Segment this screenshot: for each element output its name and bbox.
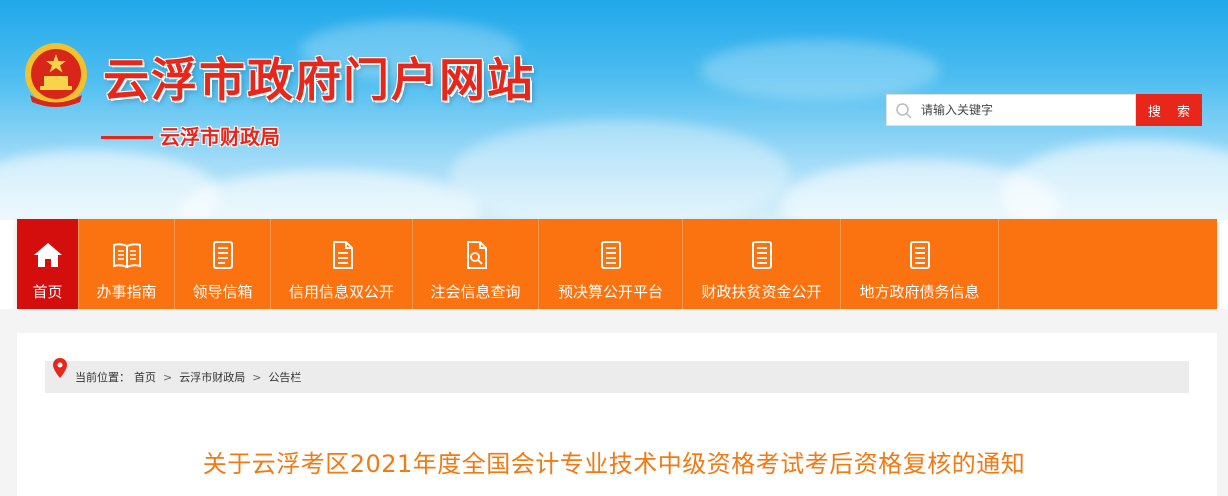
nav-item-label: 财政扶贫资金公开: [701, 283, 822, 301]
document-icon: [909, 241, 930, 269]
department-title[interactable]: 云浮市财政局: [160, 121, 280, 150]
document-icon: [212, 241, 233, 269]
breadcrumb-trail: 当前位置： 首页 > 云浮市财政局 > 公告栏: [75, 369, 301, 385]
nav-item-label: 首页: [32, 283, 63, 301]
nav-item-credit[interactable]: 信用信息双公开: [271, 219, 413, 309]
home-icon: [33, 243, 62, 267]
breadcrumb-prefix: 当前位置：: [75, 371, 130, 384]
nav-item-mailbox[interactable]: 领导信箱: [175, 219, 271, 309]
site-title[interactable]: 云浮市政府门户网站: [103, 44, 535, 110]
nav-item-cpa-query[interactable]: 注会信息查询: [413, 219, 539, 309]
document-icon: [600, 241, 621, 269]
national-emblem-icon: [25, 43, 87, 107]
document-icon: [466, 241, 487, 269]
breadcrumb-home-link[interactable]: 首页: [134, 369, 156, 385]
cloud-decoration: [180, 170, 480, 220]
location-pin-icon: [53, 358, 67, 378]
nav-item-label: 预决算公开平台: [557, 283, 663, 301]
search-button[interactable]: 搜 索: [1136, 94, 1202, 126]
breadcrumb: 当前位置： 首页 > 云浮市财政局 > 公告栏: [45, 358, 1189, 393]
search-box: [886, 94, 1136, 126]
article-title: 关于云浮考区2021年度全国会计专业技术中级资格考试考后资格复核的通知: [202, 450, 1026, 478]
nav-item-poverty-funds[interactable]: 财政扶贫资金公开: [683, 219, 841, 309]
document-icon: [332, 241, 353, 269]
breadcrumb-bulletin-link[interactable]: 公告栏: [268, 369, 301, 385]
breadcrumb-separator: >: [252, 370, 262, 384]
nav-item-label: 地方政府债务信息: [859, 283, 980, 301]
nav-item-label: 领导信箱: [192, 283, 253, 301]
nav-item-label: 注会信息查询: [430, 283, 521, 301]
nav-item-home[interactable]: 首页: [17, 219, 79, 309]
book-icon: [112, 243, 141, 269]
search-input[interactable]: [921, 95, 1131, 125]
breadcrumb-department-link[interactable]: 云浮市财政局: [179, 369, 245, 385]
nav-item-debt-info[interactable]: 地方政府债务信息: [841, 219, 999, 309]
nav-item-label: 办事指南: [96, 283, 157, 301]
cloud-decoration: [700, 40, 940, 100]
main-nav: 首页 办事指南 领导信箱 信用信息双公开 注会信息查询 预决算公开平台 财政扶贫…: [17, 219, 1217, 309]
document-icon: [751, 241, 772, 269]
subtitle-dash: [101, 136, 153, 139]
search-icon: [896, 103, 912, 119]
nav-item-label: 信用信息双公开: [288, 283, 394, 301]
nav-item-guide[interactable]: 办事指南: [79, 219, 175, 309]
cloud-decoration: [1000, 140, 1228, 220]
nav-item-budget[interactable]: 预决算公开平台: [539, 219, 683, 309]
breadcrumb-separator: >: [163, 370, 173, 384]
cloud-decoration: [450, 120, 790, 220]
